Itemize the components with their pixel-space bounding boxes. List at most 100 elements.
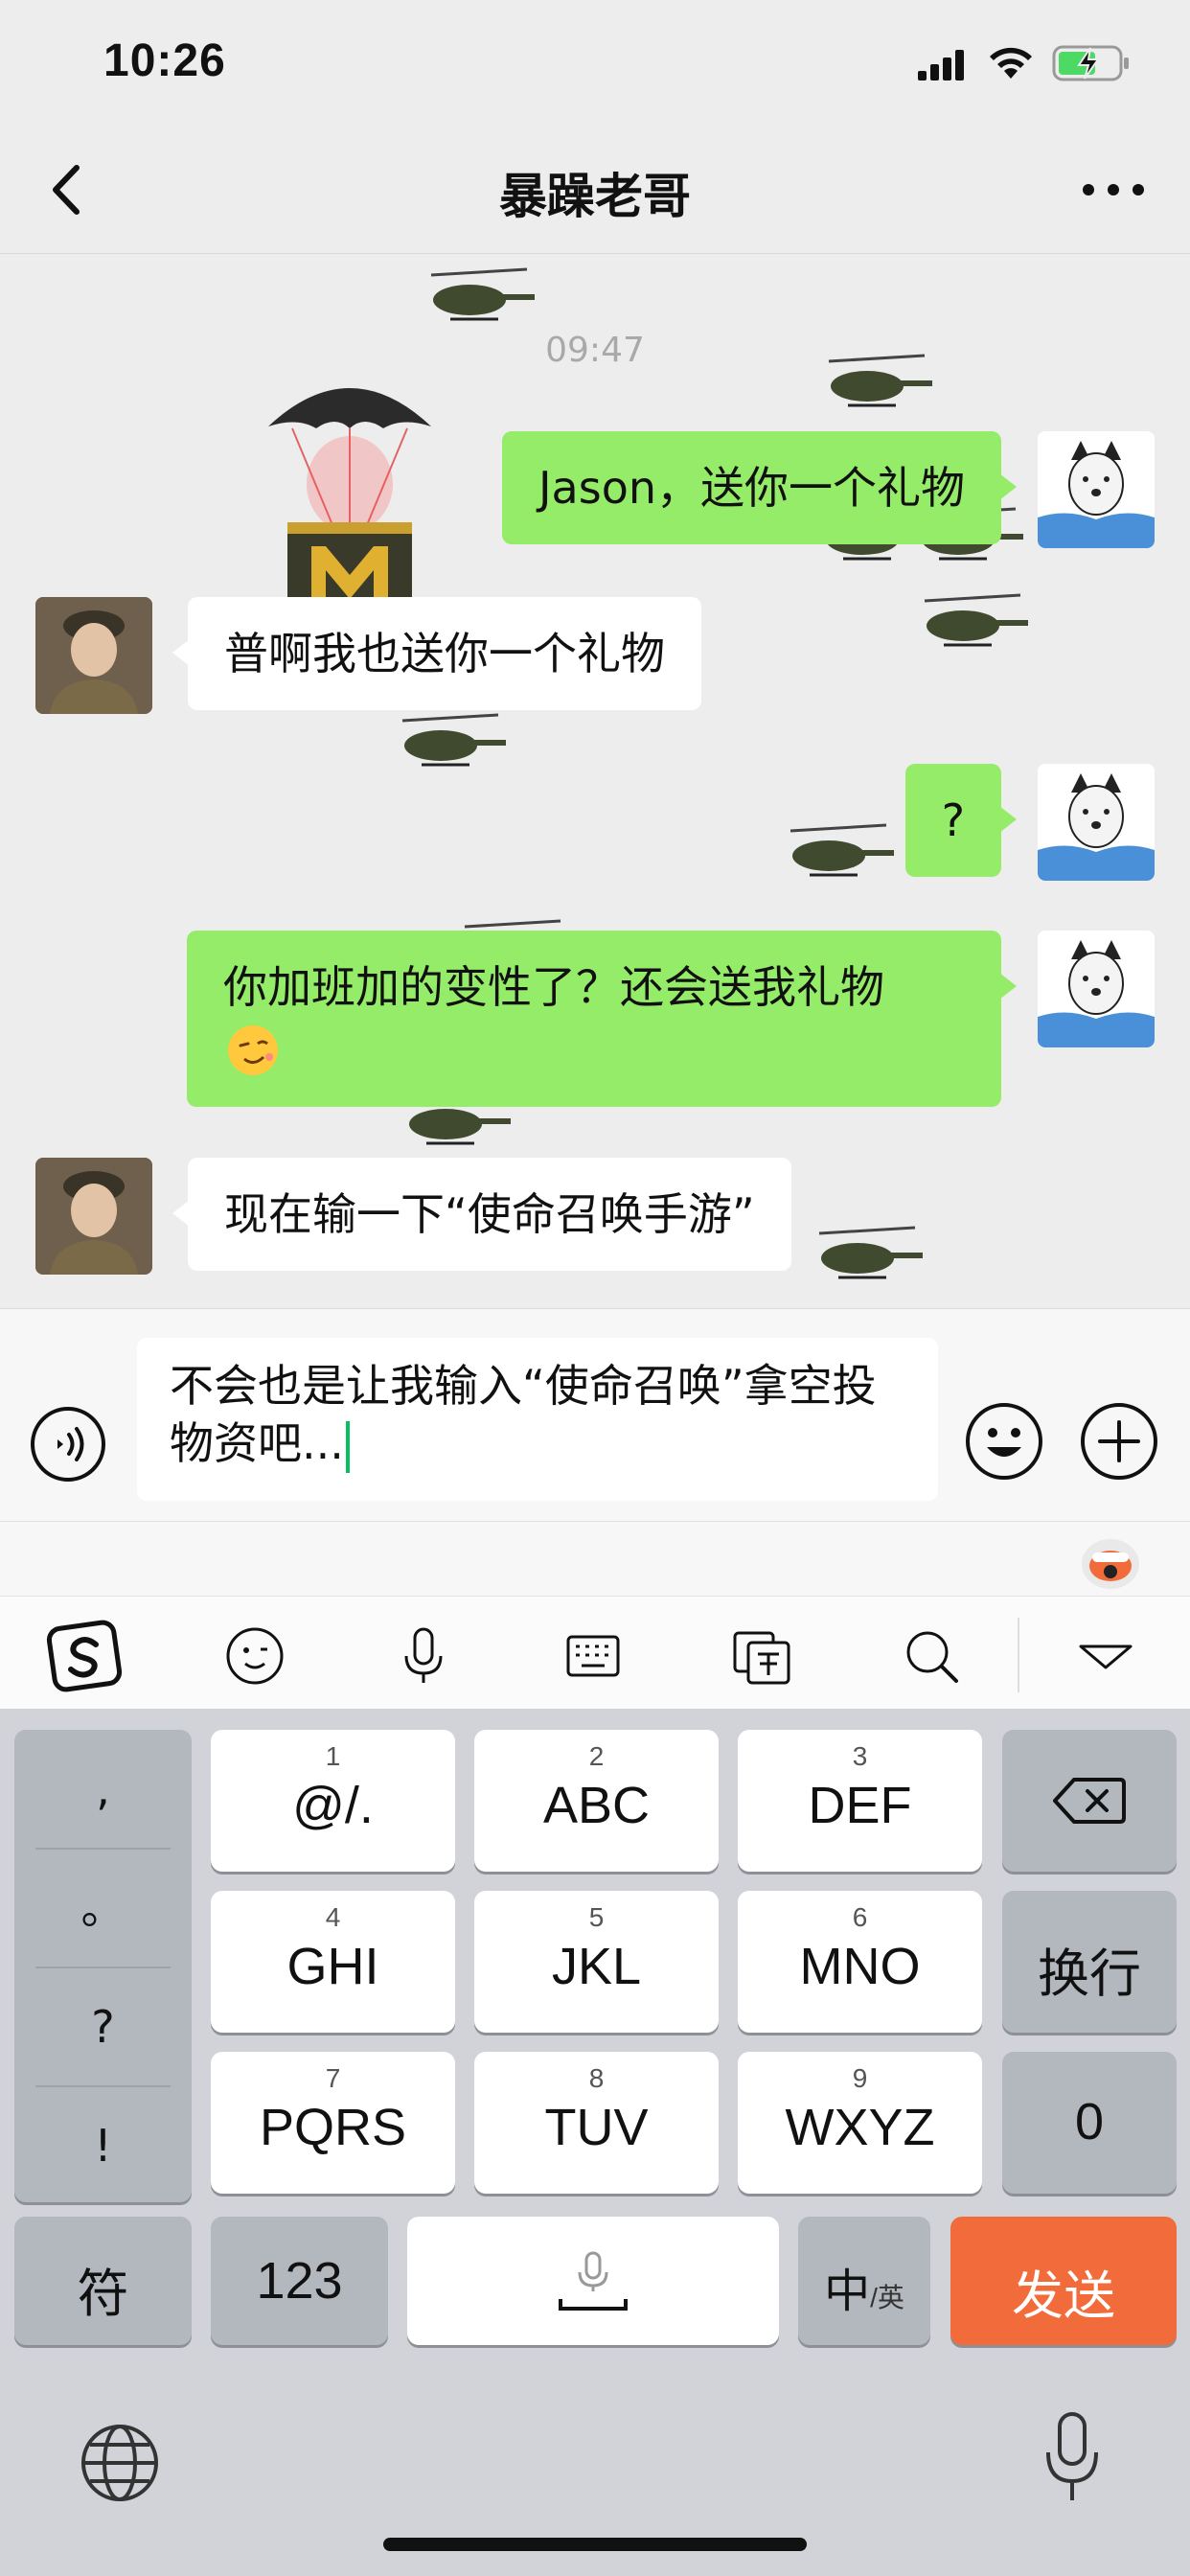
punct-key[interactable]: ! <box>14 2086 192 2205</box>
key-number: 1 <box>325 1741 341 1771</box>
key-label: GHI <box>286 1938 379 1995</box>
key-number: 8 <box>588 2063 605 2093</box>
numbers-key[interactable]: 123 <box>211 2217 388 2345</box>
soldier-avatar-icon <box>35 597 152 714</box>
backspace-icon <box>1053 1778 1126 1824</box>
message-input[interactable]: 不会也是让我输入“使命召唤”拿空投物资吧... <box>137 1338 938 1501</box>
signal-icon <box>918 50 964 80</box>
sogou-logo-icon[interactable] <box>46 1618 123 1694</box>
voice-input-icon[interactable] <box>29 1405 107 1484</box>
key-label: ABC <box>542 1777 651 1834</box>
avatar[interactable] <box>1038 431 1155 548</box>
key-label: @/. <box>292 1777 374 1834</box>
key-label: 中/英 <box>798 2253 930 2320</box>
wink-emoji-icon <box>228 1024 278 1075</box>
home-indicator <box>383 2538 807 2551</box>
key-2[interactable]: 2 ABC <box>474 1730 719 1872</box>
key-number: 2 <box>588 1741 605 1771</box>
wifi-icon <box>990 47 1032 79</box>
helicopter-icon <box>790 823 894 877</box>
message-text: 普啊我也送你一个礼物 <box>224 628 665 679</box>
avatar[interactable] <box>1038 931 1155 1047</box>
key-number: 7 <box>325 2063 341 2093</box>
toolbar-divider <box>1018 1618 1019 1692</box>
key-number: 9 <box>852 2063 868 2093</box>
key-6[interactable]: 6 MNO <box>738 1891 982 2033</box>
key-label: TUV <box>544 2099 649 2156</box>
key-label: MNO <box>799 1938 921 1995</box>
message-input-text: 不会也是让我输入“使命召唤”拿空投物资吧... <box>170 1360 877 1469</box>
plus-icon[interactable] <box>1079 1401 1159 1482</box>
more-icon[interactable] <box>1075 175 1152 204</box>
message-bubble-sent[interactable]: 你加班加的变性了？还会送我礼物 <box>187 931 1017 1107</box>
space-key[interactable] <box>407 2217 779 2345</box>
globe-icon[interactable] <box>77 2420 163 2506</box>
husky-avatar-icon <box>1038 431 1155 548</box>
key-label: WXYZ <box>785 2099 935 2156</box>
send-label: 发送 <box>1012 2267 1115 2325</box>
message-bubble-received[interactable]: 现在输一下“使命召唤手游” <box>172 1158 791 1271</box>
battery-charging-icon <box>1052 45 1129 81</box>
message-text: 现在输一下“使命召唤手游” <box>224 1188 755 1240</box>
husky-avatar-icon <box>1038 931 1155 1047</box>
language-switch-key[interactable]: 中/英 <box>798 2217 930 2345</box>
avatar[interactable] <box>35 597 152 714</box>
dictation-mic-icon[interactable] <box>1041 2410 1104 2506</box>
key-number: 5 <box>588 1902 605 1932</box>
key-8[interactable]: 8 TUV <box>474 2052 719 2194</box>
key-label: 0 <box>1074 2093 1105 2150</box>
translate-icon[interactable] <box>723 1618 800 1694</box>
key-label: JKL <box>551 1938 642 1995</box>
avatar[interactable] <box>35 1158 152 1275</box>
punctuation-column: , 。 ? ! <box>14 1730 192 2202</box>
keyboard-candidate-bar <box>0 1521 1190 1596</box>
soldier-avatar-icon <box>35 1158 152 1275</box>
emoji-icon[interactable] <box>964 1401 1044 1482</box>
message-text: 你加班加的变性了？还会送我礼物 <box>223 961 884 1013</box>
message-text: Jason，送你一个礼物 <box>538 462 965 514</box>
helicopter-icon <box>401 713 506 767</box>
space-voice-icon <box>559 2251 628 2311</box>
keyboard-icon[interactable] <box>555 1618 631 1694</box>
message-bubble-sent[interactable]: ? <box>904 764 1018 877</box>
keyboard-bottom-bar <box>0 2358 1190 2576</box>
text-caret <box>345 1420 350 1473</box>
helicopter-icon <box>430 267 535 321</box>
key-5[interactable]: 5 JKL <box>474 1891 719 2033</box>
airdrop-crate-icon <box>268 388 431 618</box>
key-label: DEF <box>808 1777 912 1834</box>
helicopter-icon <box>828 354 932 407</box>
key-number: 6 <box>852 1902 868 1932</box>
emoji-face-icon[interactable] <box>217 1618 293 1694</box>
punct-key[interactable]: , <box>14 1730 192 1849</box>
lang-zh-label: 中 <box>824 2266 871 2317</box>
message-timestamp: 09:47 <box>545 331 645 370</box>
punct-key[interactable]: 。 <box>14 1849 192 1967</box>
microphone-icon[interactable] <box>385 1618 462 1694</box>
collapse-keyboard-icon[interactable] <box>1067 1618 1144 1694</box>
status-bar: 10:26 <box>0 0 1190 129</box>
sogou-mascot-icon[interactable] <box>1079 1531 1142 1591</box>
chat-area[interactable]: 09:47 Jason，送你一个礼物 普啊我也送你一个礼物 ? 你加班加的变性了 <box>0 254 1190 1308</box>
key-4[interactable]: 4 GHI <box>211 1891 455 2033</box>
key-3[interactable]: 3 DEF <box>738 1730 982 1872</box>
send-button[interactable]: 发送 <box>950 2217 1177 2345</box>
newline-key[interactable]: 换行 <box>1002 1891 1177 2033</box>
key-number: 4 <box>325 1902 341 1932</box>
message-bubble-sent[interactable]: Jason，送你一个礼物 <box>501 431 1018 544</box>
punct-key[interactable]: ? <box>14 1967 192 2086</box>
nav-bar: 暴躁老哥 <box>0 129 1190 254</box>
avatar[interactable] <box>1038 764 1155 881</box>
zero-key[interactable]: 0 <box>1002 2052 1177 2194</box>
backspace-key[interactable] <box>1002 1730 1177 1872</box>
helicopter-icon <box>924 593 1028 647</box>
key-7[interactable]: 7 PQRS <box>211 2052 455 2194</box>
search-icon[interactable] <box>893 1618 970 1694</box>
symbols-key[interactable]: 符 <box>14 2217 192 2345</box>
key-label: 123 <box>256 2252 343 2310</box>
message-bubble-received[interactable]: 普啊我也送你一个礼物 <box>172 597 701 710</box>
key-label: 换行 <box>1038 1945 1141 2003</box>
key-9[interactable]: 9 WXYZ <box>738 2052 982 2194</box>
key-1[interactable]: 1 @/. <box>211 1730 455 1872</box>
status-time: 10:26 <box>103 35 226 86</box>
